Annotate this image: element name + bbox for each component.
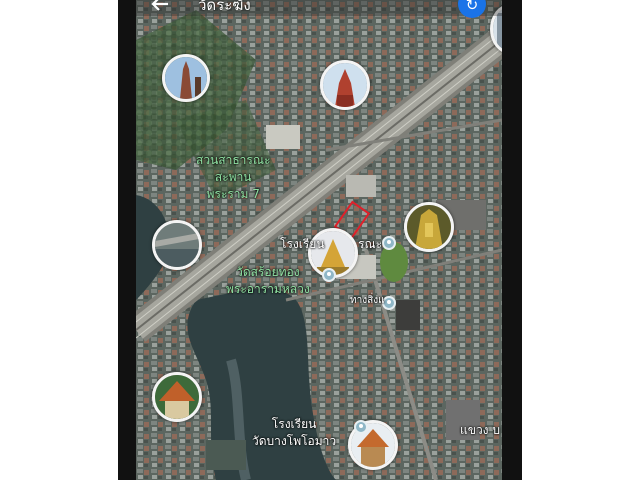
page-title: วัดระฆัง [198,0,251,14]
phone-screen: สวนสาธารณะ สะพาน พระราม 7 วัดสร้อยทอง พร… [118,0,522,480]
refresh-icon: ↻ [465,0,479,14]
park-label[interactable]: สวนสาธารณะ สะพาน พระราม 7 [196,152,270,203]
park-label-line3: พระราม 7 [206,187,260,201]
temple-label-line1: วัดสร้อยทอง [236,265,300,279]
location-pin-school[interactable] [354,420,368,434]
park-label-line2: สะพาน [214,170,252,184]
arrow-left-icon [151,0,168,11]
place-photo-pagoda[interactable] [162,54,210,102]
satellite-map[interactable]: สวนสาธารณะ สะพาน พระราม 7 วัดสร้อยทอง พร… [136,0,502,480]
school-bottom-label-line1: โรงเรียน [271,417,317,431]
place-photo-riverside[interactable] [152,220,202,270]
school-bottom-label-line2: วัดบางโพโอมาว [252,434,337,448]
location-pin-public[interactable] [382,236,396,250]
riverside-photo-icon [155,223,199,267]
location-pin-temple[interactable] [322,268,336,282]
pagoda-photo-icon [165,57,207,99]
back-button[interactable] [150,0,174,16]
district-fragment-label: แขวง บ [460,423,500,437]
place-photo-red-prang[interactable] [320,60,370,110]
public-fragment-label[interactable]: รณะ [358,236,382,253]
temple-roof-photo-icon [155,375,199,419]
golden-shrine-photo-icon [407,205,451,249]
temple-label[interactable]: วัดสร้อยทอง พระอารามหลวง [226,264,310,298]
top-bar: วัดระฆัง ↻ [136,0,502,18]
hospital-fragment-label[interactable]: ทางสิ่งแ [350,292,385,309]
school-top-label[interactable]: โรงเรียน [280,236,325,253]
place-photo-golden-shrine[interactable] [404,202,454,252]
park-label-line1: สวนสาธารณะ [196,153,271,167]
place-photo-temple-roof[interactable] [152,372,202,422]
red-prang-photo-icon [323,63,367,107]
school-bottom-label[interactable]: โรงเรียน วัดบางโพโอมาว [252,416,336,450]
temple-label-line2: พระอารามหลวง [226,282,310,296]
refresh-button[interactable]: ↻ [458,0,486,18]
